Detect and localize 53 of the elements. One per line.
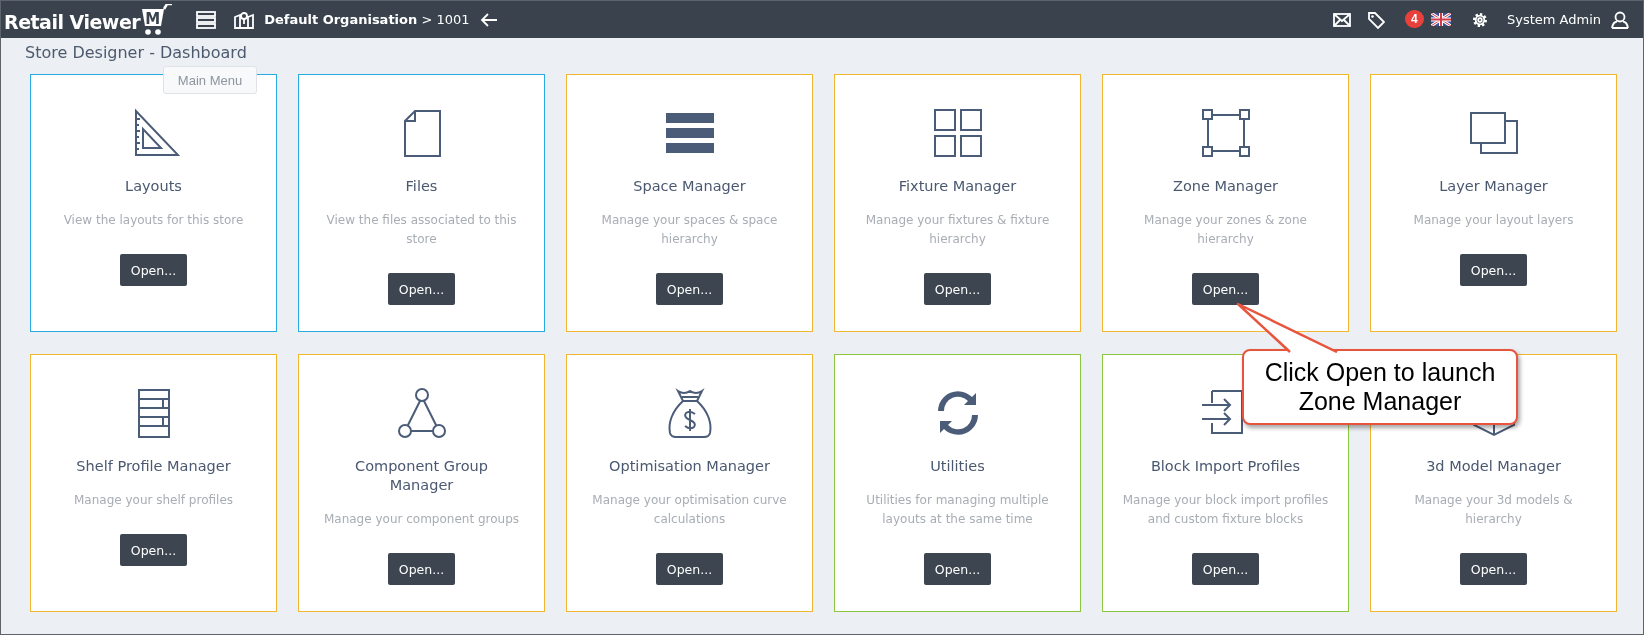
card-title: Layer Manager: [1439, 177, 1548, 196]
card-description: View the layouts for this store: [63, 212, 244, 229]
notification-badge[interactable]: 4: [1404, 9, 1424, 28]
tooltip: Main Menu: [163, 66, 257, 94]
back-arrow-icon[interactable]: [479, 11, 498, 28]
card-description: Manage your 3d models & hierarchy: [1413, 492, 1574, 528]
mail-icon[interactable]: [1332, 12, 1351, 27]
open-button[interactable]: Open...: [1191, 273, 1260, 305]
logo-text: Retail Viewer: [4, 9, 141, 35]
card-title: Utilities: [930, 457, 985, 476]
card-title: Component Group Manager: [354, 457, 489, 495]
card-title: Files: [405, 177, 438, 196]
card-title: Shelf Profile Manager: [76, 457, 231, 476]
card-description: Manage your fixtures & fixture hierarchy: [864, 212, 1051, 248]
open-button[interactable]: Open...: [1459, 254, 1528, 286]
menu-icon[interactable]: [196, 10, 217, 29]
open-button[interactable]: Open...: [655, 553, 724, 585]
card-description: Utilities for managing multiple layouts at the same time: [865, 492, 1050, 528]
open-button[interactable]: Open...: [387, 553, 456, 585]
open-button[interactable]: Open...: [655, 273, 724, 305]
open-button[interactable]: Open...: [923, 273, 992, 305]
card-description: Manage your layout layers: [1413, 212, 1574, 229]
cart-logo: M: [140, 3, 175, 37]
breadcrumb: Default Organisation > 1001: [264, 12, 470, 27]
open-button[interactable]: Open...: [1191, 553, 1260, 585]
open-button[interactable]: Open...: [923, 553, 992, 585]
card-title: Optimisation Manager: [609, 457, 770, 476]
card-description: Manage your component groups: [323, 511, 520, 528]
card-description: Manage your shelf profiles: [73, 492, 233, 509]
card-title: Block Import Profiles: [1150, 457, 1301, 476]
open-button[interactable]: Open...: [387, 273, 456, 305]
card-title: 3d Model Manager: [1426, 457, 1561, 476]
tag-icon[interactable]: [1366, 10, 1385, 29]
open-button[interactable]: Open...: [119, 254, 188, 286]
card-description: Manage your block import profiles and custom fixture blocks: [1121, 492, 1330, 528]
triangle-nodes-icon: [395, 387, 448, 439]
card-description: Manage your zones & zone hierarchy: [1143, 212, 1308, 248]
card-title: Zone Manager: [1172, 177, 1279, 196]
card-description: Manage your optimisation curve calculations: [591, 492, 788, 528]
page-title: Store Designer - Dashboard: [24, 42, 248, 64]
settings-icon[interactable]: [1470, 10, 1489, 29]
card-description: View the files associated to this store: [325, 212, 518, 248]
selection-square-icon: [1199, 107, 1252, 159]
grid-icon: [931, 107, 984, 159]
user-icon[interactable]: [1611, 10, 1629, 29]
open-button[interactable]: Open...: [1459, 553, 1528, 585]
card-title: Fixture Manager: [898, 177, 1017, 196]
card-title: Space Manager: [633, 177, 746, 196]
uk-flag-icon[interactable]: [1430, 13, 1451, 26]
open-button[interactable]: Open...: [119, 534, 188, 566]
card-title: Layouts: [125, 177, 182, 196]
card-description: Manage your spaces & space hierarchy: [600, 212, 779, 248]
user-name[interactable]: System Admin: [1506, 12, 1601, 27]
